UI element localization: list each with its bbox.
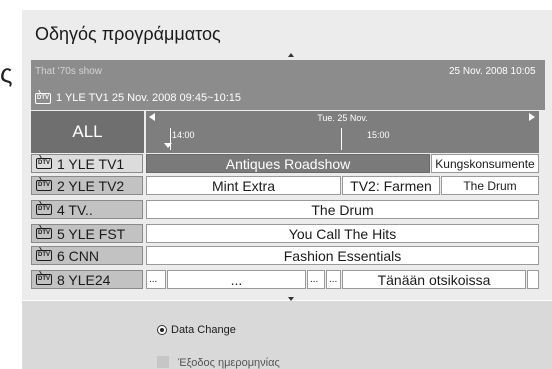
all-channels-button[interactable]: ALL (31, 111, 144, 153)
scroll-up-icon[interactable] (288, 53, 294, 57)
channel-label: 6 CNN (57, 247, 100, 264)
program-cell[interactable]: Tänään otsikoissa (342, 270, 526, 289)
channel-label: 8 YLE24 (57, 271, 111, 288)
radio-button-icon[interactable] (157, 325, 167, 335)
dtv-icon: DTV (36, 158, 52, 169)
program-cell[interactable] (527, 270, 539, 289)
program-cell[interactable]: You Call The Hits (146, 224, 539, 243)
clipped-glyph: ς (0, 58, 13, 88)
program-cell[interactable]: ... (307, 270, 325, 289)
channel-label: 2 YLE TV2 (57, 177, 125, 194)
current-datetime: 25 Nov. 2008 10:05 (449, 66, 536, 77)
channel-label: 5 YLE FST (57, 225, 126, 242)
page-title: Οδηγός προγράμματος (35, 24, 221, 44)
channel-row-4[interactable]: DTV 5 YLE FST (31, 224, 143, 243)
data-change-option[interactable]: Data Change (171, 324, 236, 336)
program-cell[interactable]: ... (326, 270, 341, 289)
channel-row-3[interactable]: DTV 4 TV.. (31, 200, 143, 219)
time-tick (341, 128, 342, 150)
dtv-icon: DTV (35, 92, 51, 104)
dtv-icon: DTV (36, 250, 52, 261)
channel-row-5[interactable]: DTV 6 CNN (31, 246, 143, 265)
current-show-title: That '70s show (35, 66, 102, 77)
channel-label: 4 TV.. (57, 201, 93, 218)
time-label: 15:00 (367, 130, 390, 140)
current-time-marker-icon (164, 143, 172, 148)
dtv-icon: DTV (36, 180, 52, 191)
date-exit-option[interactable]: Έξοδος ημερομηνίας (178, 357, 280, 369)
program-cell[interactable]: Mint Extra (146, 176, 341, 195)
program-cell[interactable]: Fashion Essentials (146, 246, 539, 265)
program-cell-selected[interactable]: Antiques Roadshow (146, 154, 430, 173)
dtv-icon: DTV (36, 204, 52, 215)
previous-day-icon[interactable] (149, 113, 155, 121)
time-label: 14:00 (172, 130, 195, 140)
current-channel-info: DTV 1 YLE TV1 25 Nov. 2008 09:45~10:15 (35, 92, 241, 104)
square-button-icon[interactable] (157, 356, 169, 368)
current-channel-text: 1 YLE TV1 25 Nov. 2008 09:45~10:15 (56, 92, 242, 104)
program-cell[interactable]: Kungskonsumente (431, 154, 539, 173)
channel-label: 1 YLE TV1 (57, 155, 125, 172)
program-cell[interactable]: TV2: Farmen (342, 176, 440, 195)
program-cell[interactable]: The Drum (441, 176, 539, 195)
next-day-icon[interactable] (529, 113, 535, 121)
channel-row-2[interactable]: DTV 2 YLE TV2 (31, 176, 143, 195)
program-cell[interactable]: ... (146, 270, 166, 289)
program-cell[interactable]: The Drum (146, 200, 539, 219)
timeline-date: Tue. 25 Nov. (317, 113, 368, 123)
program-cell[interactable]: ... (167, 270, 306, 289)
channel-row-6[interactable]: DTV 8 YLE24 (31, 270, 143, 289)
dtv-icon: DTV (36, 228, 52, 239)
dtv-icon: DTV (36, 274, 52, 285)
channel-row-1[interactable]: DTV 1 YLE TV1 (31, 154, 143, 173)
options-panel (22, 301, 552, 369)
